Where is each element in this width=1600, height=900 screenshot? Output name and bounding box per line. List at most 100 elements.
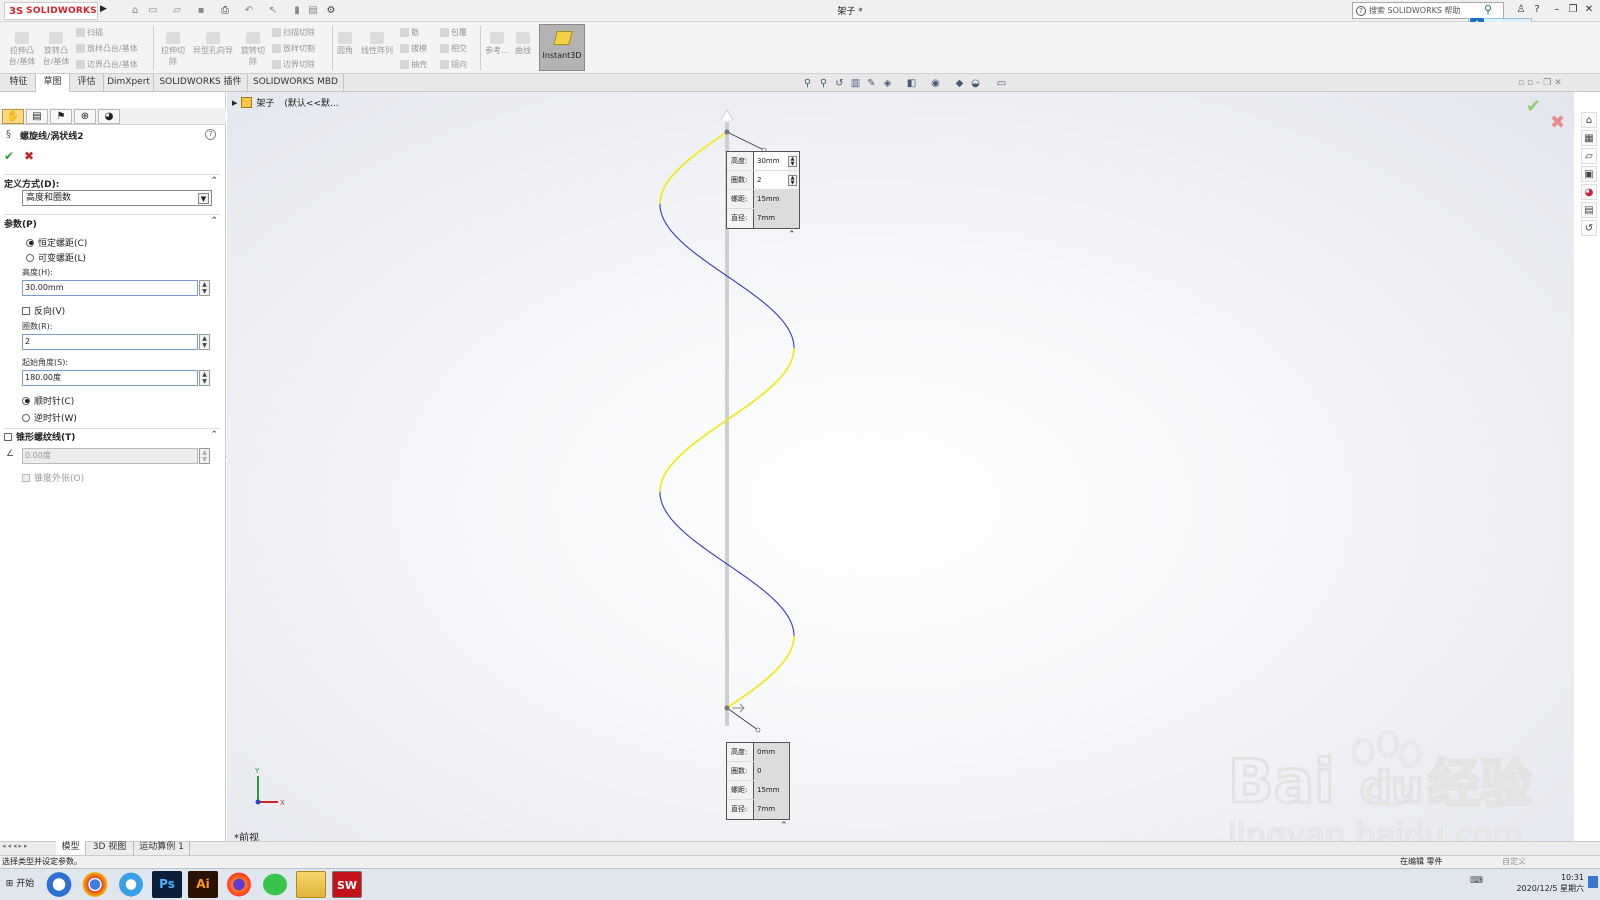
boundary-boss-button[interactable]: 边界凸台/基体 [76, 59, 138, 70]
helix-back-segment[interactable] [659, 491, 728, 565]
help-search-input[interactable]: ? 搜索 SOLIDWORKS 帮助 [1352, 2, 1504, 19]
chrome-app-icon[interactable] [80, 871, 110, 898]
wechat-app-icon[interactable] [260, 871, 290, 898]
expand-arrow-icon[interactable]: ▶ [232, 99, 237, 107]
status-custom[interactable]: 自定义 [1502, 856, 1526, 868]
rib-button[interactable]: 筋 [400, 27, 419, 38]
callout-collapse-icon[interactable]: ⌃ [780, 821, 788, 831]
swept-cut-button[interactable]: 扫描切除 [272, 27, 315, 38]
taper-angle-input[interactable]: 0.00度 [22, 448, 198, 464]
feature-manager-tab-icon[interactable]: ✋ [2, 109, 24, 124]
extrude-boss-button[interactable]: 拉伸凸 台/基体 [6, 32, 38, 67]
boundary-cut-button[interactable]: 边界切除 [272, 59, 315, 70]
close-icon[interactable]: ✕ [1582, 3, 1596, 17]
constant-pitch-radio[interactable]: 恒定螺距(C) [26, 236, 87, 249]
help-icon[interactable]: ? [205, 129, 216, 140]
height-spinner[interactable]: ▲ ▼ [199, 280, 210, 296]
section-view-icon[interactable]: ▥ [850, 78, 861, 89]
loft-boss-button[interactable]: 放样凸台/基体 [76, 43, 138, 54]
helix-front-segment[interactable] [659, 131, 728, 205]
helix-end-point[interactable] [724, 705, 730, 711]
select-icon[interactable]: ↖ [266, 4, 280, 18]
helix-start-point[interactable] [724, 129, 730, 135]
user-icon[interactable]: ♙ [1514, 3, 1528, 17]
reference-geometry-button[interactable]: 参考... [484, 32, 510, 56]
view-orientation-icon[interactable]: ◈ [882, 78, 893, 89]
start-button[interactable]: ⊞ 开始 [2, 871, 38, 897]
helix-front-segment[interactable] [726, 635, 795, 709]
lofted-cut-button[interactable]: 放样切割 [272, 43, 315, 54]
instant3d-button[interactable]: Instant3D [539, 24, 585, 71]
tab-motion-study[interactable]: 运动算例 1 [134, 841, 190, 855]
cloud-app-icon[interactable] [116, 871, 146, 898]
tab-addins[interactable]: SOLIDWORKS 插件 [154, 74, 248, 92]
display-style-icon[interactable]: ◧ [906, 78, 917, 89]
revolutions-spinner[interactable]: ▲ ▼ [199, 334, 210, 350]
file-explorer-icon[interactable]: ▱ [1581, 148, 1597, 164]
tab-dimxpert[interactable]: DimXpert [104, 74, 154, 92]
design-library-icon[interactable]: ▦ [1581, 130, 1597, 146]
linear-pattern-button[interactable]: 线性阵列 [358, 32, 396, 56]
file-explorer-app-icon[interactable] [296, 871, 326, 898]
callout-row-height[interactable]: 高度: 30mm ▲ ▼ [727, 152, 799, 171]
curves-button[interactable]: 曲线 [512, 32, 534, 56]
definition-select[interactable]: 高度和圈数 ▼ [22, 190, 212, 206]
revolutions-input[interactable]: 2 [22, 334, 198, 350]
save-icon[interactable]: ▪ [194, 4, 208, 18]
callout-top[interactable]: 高度: 30mm ▲ ▼ 圈数: 2 ▲ ▼ 螺距: 15mm 直径: 7mm [726, 151, 800, 229]
leader-bottom-handle[interactable] [755, 727, 761, 733]
dimxpert-manager-tab-icon[interactable]: ⊕ [74, 109, 96, 124]
tab-model[interactable]: 模型 [56, 841, 86, 855]
minimize-icon[interactable]: – [1550, 3, 1564, 17]
graphics-area[interactable] [227, 92, 1574, 841]
undo-icon[interactable]: ↶ [242, 4, 256, 18]
tab-features[interactable]: 特征 [2, 74, 36, 92]
view-palette-icon[interactable]: ▣ [1581, 166, 1597, 182]
helix-front-segment[interactable] [726, 347, 795, 421]
options-gear-icon[interactable]: ⚙ [324, 4, 338, 18]
variable-pitch-radio[interactable]: 可变螺距(L) [26, 251, 86, 264]
show-desktop-button[interactable] [1588, 876, 1598, 888]
firefox-app-icon[interactable] [224, 871, 254, 898]
wrap-button[interactable]: 包覆 [440, 27, 467, 38]
extrude-cut-button[interactable]: 拉伸切 除 [158, 32, 188, 67]
tab-sketch[interactable]: 草图 [36, 74, 70, 92]
draft-button[interactable]: 拔模 [400, 43, 427, 54]
help-menu-icon[interactable]: ? [1530, 3, 1544, 17]
zoom-to-fit-icon[interactable]: ⚲ [802, 78, 813, 89]
view-settings-icon[interactable]: ▭ [996, 78, 1007, 89]
helix-front-segment[interactable] [659, 419, 728, 493]
start-angle-spinner[interactable]: ▲ ▼ [199, 370, 210, 386]
home-icon[interactable]: ⌂ [1581, 112, 1597, 128]
move-handle-icon[interactable] [732, 703, 745, 713]
confirm-ok-icon[interactable]: ✔ [1526, 96, 1541, 117]
callout-collapse-icon[interactable]: ⌃ [788, 230, 796, 240]
clockwise-radio[interactable]: 顺时针(C) [22, 394, 74, 407]
illustrator-app-icon[interactable]: Ai [188, 871, 218, 898]
taper-angle-spinner[interactable]: ▲ ▼ [199, 448, 210, 464]
ok-button[interactable]: ✔ [4, 149, 14, 163]
checkbox-unchecked[interactable] [4, 432, 12, 441]
feature-tree-flyout[interactable]: ▶ 架子 (默认<<默... [232, 96, 339, 109]
display-manager-tab-icon[interactable]: ◕ [98, 109, 120, 124]
taper-outward-checkbox[interactable]: 锥度外张(O) [22, 471, 84, 484]
cancel-button[interactable]: ✖ [24, 149, 34, 163]
zoom-area-icon[interactable]: ⚲ [818, 78, 829, 89]
definition-group-header[interactable]: 定义方式(D): ⌃ [4, 174, 220, 190]
intersect-button[interactable]: 相交 [440, 43, 467, 54]
reverse-checkbox[interactable]: 反向(V) [22, 304, 65, 317]
callout-spinner[interactable]: ▲ ▼ [788, 156, 797, 167]
solidworks-logo[interactable]: 3S SOLIDWORKS [4, 2, 98, 20]
callout-value[interactable]: 2 [754, 171, 788, 189]
fillet-button[interactable]: 圆角 [334, 32, 356, 56]
home-icon[interactable]: ⌂ [128, 4, 142, 18]
viewport-controls[interactable]: ▫ ▫ – ❐ ✕ [1518, 78, 1562, 88]
forum-icon[interactable]: ↺ [1581, 220, 1597, 236]
confirm-cancel-icon[interactable]: ✖ [1550, 112, 1565, 133]
dynamic-annotation-icon[interactable]: ✎ [866, 78, 877, 89]
mirror-button[interactable]: 镜向 [440, 59, 467, 70]
rebuild-icon[interactable]: ▮ [290, 4, 304, 18]
hide-show-items-icon[interactable]: ◉ [930, 78, 941, 89]
hole-wizard-button[interactable]: 异型孔向导 [190, 32, 236, 56]
sweep-button[interactable]: 扫描 [76, 27, 103, 38]
